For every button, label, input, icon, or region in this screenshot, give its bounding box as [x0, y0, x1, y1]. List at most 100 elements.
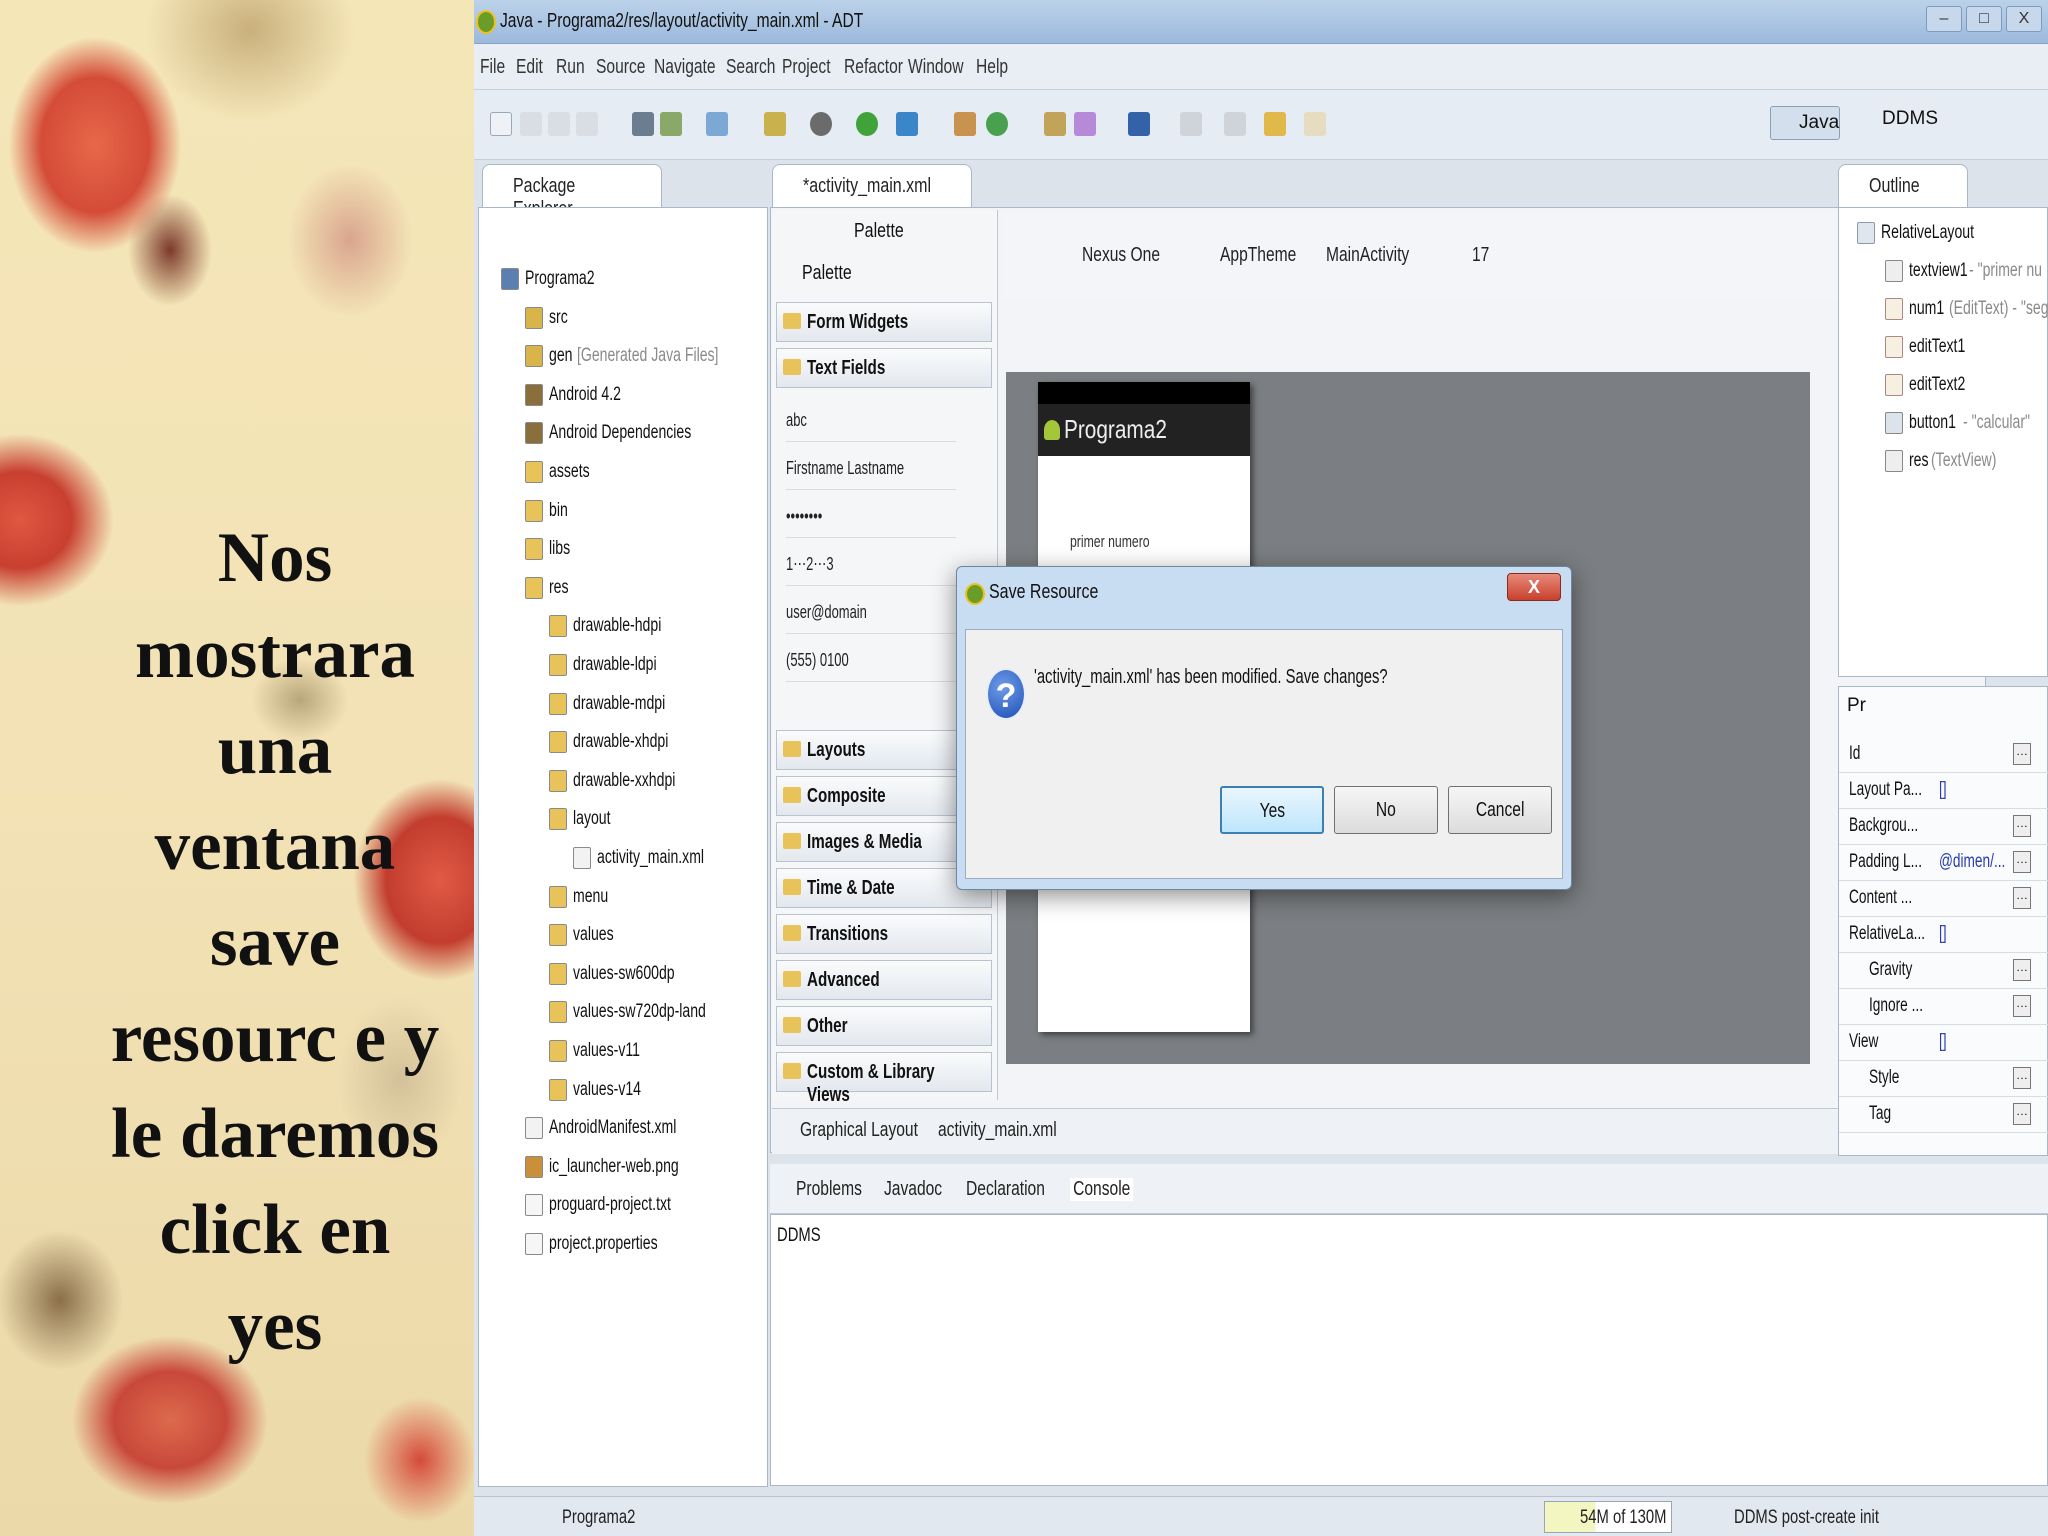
property-row[interactable]: Tag…: [1839, 1097, 2048, 1133]
tree-item-label: res: [549, 576, 569, 598]
palette-item-person-name[interactable]: Firstname Lastname: [786, 446, 956, 490]
search-icon[interactable]: [1074, 112, 1096, 136]
palette-item-phone[interactable]: (555) 0100: [786, 638, 956, 682]
palette-dropdown[interactable]: Palette: [772, 256, 998, 292]
property-row[interactable]: Backgrou...…: [1839, 809, 2048, 845]
menu-refactor[interactable]: Refactor: [844, 56, 903, 79]
tree-item-label: drawable-mdpi: [573, 692, 666, 714]
slide-caption-line: le daremos: [111, 1095, 439, 1173]
perspective-ddms[interactable]: DDMS: [1858, 108, 1938, 130]
avd-manager-icon[interactable]: [660, 112, 682, 136]
property-row[interactable]: Padding L... @dimen/...…: [1839, 845, 2048, 881]
menu-help[interactable]: Help: [976, 56, 1008, 79]
last-edit-icon[interactable]: [1180, 112, 1202, 136]
property-row[interactable]: RelativeLa...[]: [1839, 917, 2048, 953]
api-level-selector[interactable]: 17: [1472, 244, 1489, 267]
minimize-button[interactable]: –: [1926, 6, 1962, 32]
dialog-close-button[interactable]: X: [1507, 573, 1561, 601]
menu-bar: File Edit Run Source Navigate Search Pro…: [474, 44, 2048, 90]
back-icon[interactable]: [1264, 112, 1286, 136]
new-package-icon[interactable]: [986, 112, 1008, 136]
perspective-java[interactable]: Java: [1770, 106, 1840, 140]
console-output[interactable]: DDMS: [770, 1214, 2048, 1486]
external-tools-icon[interactable]: [896, 112, 918, 136]
device-selector[interactable]: Nexus One: [1082, 244, 1160, 267]
layout-toolbar: Nexus One AppTheme MainActivity 17: [1002, 212, 1982, 300]
save-all-icon[interactable]: [548, 112, 570, 136]
tree-item-label: assets: [549, 461, 590, 482]
package-folder-icon: [525, 306, 543, 329]
properties-tab[interactable]: Pr: [1847, 695, 1866, 717]
tab-console[interactable]: Console: [1070, 1178, 1134, 1201]
palette-header[interactable]: Palette: [772, 214, 998, 250]
property-row[interactable]: Gravity…: [1839, 953, 2048, 989]
tab-xml-source[interactable]: activity_main.xml: [938, 1119, 1057, 1142]
property-row[interactable]: Ignore ...…: [1839, 989, 2048, 1025]
library-icon: [525, 422, 543, 445]
property-row[interactable]: Style…: [1839, 1061, 2048, 1097]
debug-icon[interactable]: [810, 112, 832, 136]
new-file-icon[interactable]: [490, 112, 512, 136]
folder-icon: [549, 769, 567, 792]
menu-navigate[interactable]: Navigate: [654, 56, 716, 79]
tree-item-label: values-v14: [573, 1078, 641, 1100]
property-row[interactable]: Layout Pa...[]: [1839, 773, 2048, 809]
menu-source[interactable]: Source: [596, 56, 645, 79]
tree-item-label: Android 4.2: [549, 383, 621, 405]
activity-selector[interactable]: MainActivity: [1326, 244, 1409, 267]
close-window-button[interactable]: X: [2006, 6, 2042, 32]
console-tab-bar: Problems Javadoc Declaration Console: [770, 1164, 2048, 1214]
cancel-button[interactable]: Cancel: [1448, 786, 1552, 834]
sdk-manager-icon[interactable]: [632, 112, 654, 136]
tab-graphical-layout[interactable]: Graphical Layout: [800, 1119, 918, 1142]
palette-item-plain-text[interactable]: abc: [786, 398, 956, 442]
save-icon[interactable]: [520, 112, 542, 136]
tab-problems[interactable]: Problems: [796, 1178, 862, 1201]
forward-icon[interactable]: [1304, 112, 1326, 136]
theme-selector[interactable]: AppTheme: [1220, 244, 1296, 267]
palette-item-password[interactable]: ••••••••: [786, 494, 956, 538]
palette-item-number[interactable]: 1⋯2⋯3: [786, 542, 956, 586]
menu-edit[interactable]: Edit: [516, 56, 543, 79]
palette-category-transitions[interactable]: Transitions: [776, 914, 992, 954]
maximize-button[interactable]: □: [1966, 6, 2002, 32]
tree-item-label: proguard-project.txt: [549, 1194, 671, 1216]
run-icon[interactable]: [856, 112, 878, 136]
tree-item-label: activity_main.xml: [597, 847, 705, 868]
menu-search[interactable]: Search: [726, 56, 775, 79]
slide-caption-line: save: [209, 903, 341, 981]
new-project-icon[interactable]: [764, 112, 786, 136]
new-class-icon[interactable]: [954, 112, 976, 136]
property-row[interactable]: Content ...…: [1839, 881, 2048, 917]
palette-category-text-fields[interactable]: Text Fields: [776, 348, 992, 388]
print-icon[interactable]: [576, 112, 598, 136]
dialog-body: ? 'activity_main.xml' has been modified.…: [965, 629, 1563, 879]
next-annotation-icon[interactable]: [1128, 112, 1150, 136]
menu-file[interactable]: File: [480, 56, 505, 79]
menu-project[interactable]: Project: [782, 56, 831, 79]
palette-category-custom[interactable]: Custom & Library Views: [776, 1052, 992, 1106]
menu-window[interactable]: Window: [908, 56, 963, 79]
palette-category-advanced[interactable]: Advanced: [776, 960, 992, 1000]
open-type-icon[interactable]: [1044, 112, 1066, 136]
lint-icon[interactable]: [706, 112, 728, 136]
no-button[interactable]: No: [1334, 786, 1438, 834]
property-row[interactable]: Id…: [1839, 737, 2048, 773]
tab-javadoc[interactable]: Javadoc: [884, 1178, 942, 1201]
preview-textview[interactable]: primer numero: [1070, 532, 1150, 552]
slide-caption-line: ventana: [154, 807, 396, 885]
pin-icon[interactable]: [1224, 112, 1246, 136]
tab-outline[interactable]: Outline: [1838, 164, 1968, 208]
menu-run[interactable]: Run: [556, 56, 585, 79]
tab-package-explorer[interactable]: Package Explorer: [482, 164, 662, 220]
tab-declaration[interactable]: Declaration: [966, 1178, 1045, 1201]
slide-caption-line: mostrara: [135, 615, 415, 693]
palette-category-other[interactable]: Other: [776, 1006, 992, 1046]
palette-category-form-widgets[interactable]: Form Widgets: [776, 302, 992, 342]
property-row[interactable]: View[]: [1839, 1025, 2048, 1061]
title-bar[interactable]: Java - Programa2/res/layout/activity_mai…: [474, 0, 2048, 44]
tree-item-label: drawable-xhdpi: [573, 731, 669, 753]
palette-item-email[interactable]: user@domain: [786, 590, 956, 634]
tab-activity-main-xml[interactable]: *activity_main.xml: [772, 164, 972, 208]
yes-button[interactable]: Yes: [1220, 786, 1324, 834]
